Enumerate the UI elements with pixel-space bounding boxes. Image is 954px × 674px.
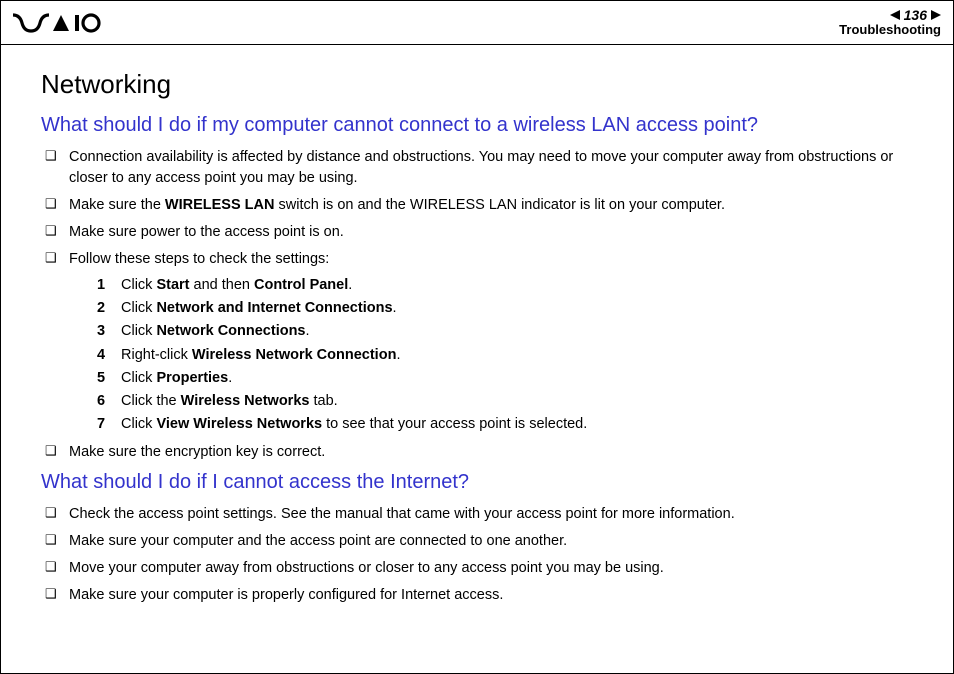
step-number: 5 (97, 367, 105, 390)
step-item: 1 Click Start and then Control Panel. (97, 274, 913, 297)
page-content: Networking What should I do if my comput… (1, 45, 953, 606)
bullet-text: Make sure your computer is properly conf… (69, 587, 503, 603)
bullet-text: Check the access point settings. See the… (69, 506, 735, 522)
step-pre: Click (121, 416, 156, 432)
step-post: tab. (309, 393, 337, 409)
step-post: . (306, 323, 310, 339)
step-pre: Click (121, 277, 156, 293)
vaio-logo-svg (13, 13, 101, 33)
step-pre: Right-click (121, 347, 192, 363)
list-item: Make sure your computer is properly conf… (41, 585, 913, 606)
list-item: Check the access point settings. See the… (41, 504, 913, 525)
list-item: Make sure the encryption key is correct. (41, 442, 913, 463)
step-item: 4 Right-click Wireless Network Connection… (97, 344, 913, 367)
page-header: 136 Troubleshooting (1, 1, 953, 45)
header-section-label: Troubleshooting (839, 23, 941, 37)
step-post: . (393, 300, 397, 316)
bullet-text: Make sure your computer and the access p… (69, 533, 567, 549)
step-number: 2 (97, 297, 105, 320)
list-item: Make sure power to the access point is o… (41, 222, 913, 243)
step-bold: Wireless Network Connection (192, 347, 397, 363)
step-bold-2: Control Panel (254, 277, 348, 293)
step-number: 7 (97, 413, 105, 436)
step-post: . (348, 277, 352, 293)
bullet-text: Make sure the encryption key is correct. (69, 444, 325, 460)
bullet-text-post: switch is on and the WIRELESS LAN indica… (274, 197, 725, 213)
steps-list: 1 Click Start and then Control Panel. 2 Cl… (69, 274, 913, 436)
bullet-text: Move your computer away from obstruction… (69, 560, 664, 576)
vaio-logo (13, 13, 101, 33)
step-item: 5 Click Properties. (97, 367, 913, 390)
list-item: Make sure the WIRELESS LAN switch is on … (41, 195, 913, 216)
bullet-text: Connection availability is affected by d… (69, 149, 893, 186)
step-item: 3 Click Network Connections. (97, 320, 913, 343)
step-item: 2 Click Network and Internet Connections. (97, 297, 913, 320)
step-bold: Wireless Networks (181, 393, 310, 409)
list-item: Follow these steps to check the settings… (41, 249, 913, 436)
step-post: . (396, 347, 400, 363)
page-nav: 136 (839, 8, 941, 23)
step-bold: Network and Internet Connections (156, 300, 392, 316)
section-title: Networking (41, 69, 913, 100)
list-item: Connection availability is affected by d… (41, 147, 913, 189)
question-1-title: What should I do if my computer cannot c… (41, 114, 913, 137)
question-2-list: Check the access point settings. See the… (41, 504, 913, 606)
step-pre: Click the (121, 393, 181, 409)
page-container: 136 Troubleshooting Networking What shou… (0, 0, 954, 674)
step-bold: Network Connections (156, 323, 305, 339)
step-pre: Click (121, 323, 156, 339)
step-number: 3 (97, 320, 105, 343)
list-item: Move your computer away from obstruction… (41, 558, 913, 579)
step-item: 7 Click View Wireless Networks to see tha… (97, 413, 913, 436)
list-item: Make sure your computer and the access p… (41, 531, 913, 552)
step-bold: Start (156, 277, 189, 293)
step-mid: and then (190, 277, 255, 293)
header-right: 136 Troubleshooting (839, 8, 941, 38)
bullet-text-pre: Make sure the (69, 197, 165, 213)
step-post: to see that your access point is selecte… (322, 416, 587, 432)
bullet-text-bold: WIRELESS LAN (165, 197, 275, 213)
arrow-left-icon[interactable] (890, 10, 900, 20)
step-number: 4 (97, 344, 105, 367)
step-bold: Properties (156, 370, 228, 386)
step-number: 1 (97, 274, 105, 297)
step-bold: View Wireless Networks (156, 416, 322, 432)
step-item: 6 Click the Wireless Networks tab. (97, 390, 913, 413)
question-2-title: What should I do if I cannot access the … (41, 471, 913, 494)
bullet-text: Follow these steps to check the settings… (69, 251, 329, 267)
step-number: 6 (97, 390, 105, 413)
question-1-list: Connection availability is affected by d… (41, 147, 913, 463)
step-post: . (228, 370, 232, 386)
arrow-right-icon[interactable] (931, 10, 941, 20)
step-pre: Click (121, 300, 156, 316)
page-number: 136 (904, 8, 927, 23)
step-pre: Click (121, 370, 156, 386)
bullet-text: Make sure power to the access point is o… (69, 224, 344, 240)
